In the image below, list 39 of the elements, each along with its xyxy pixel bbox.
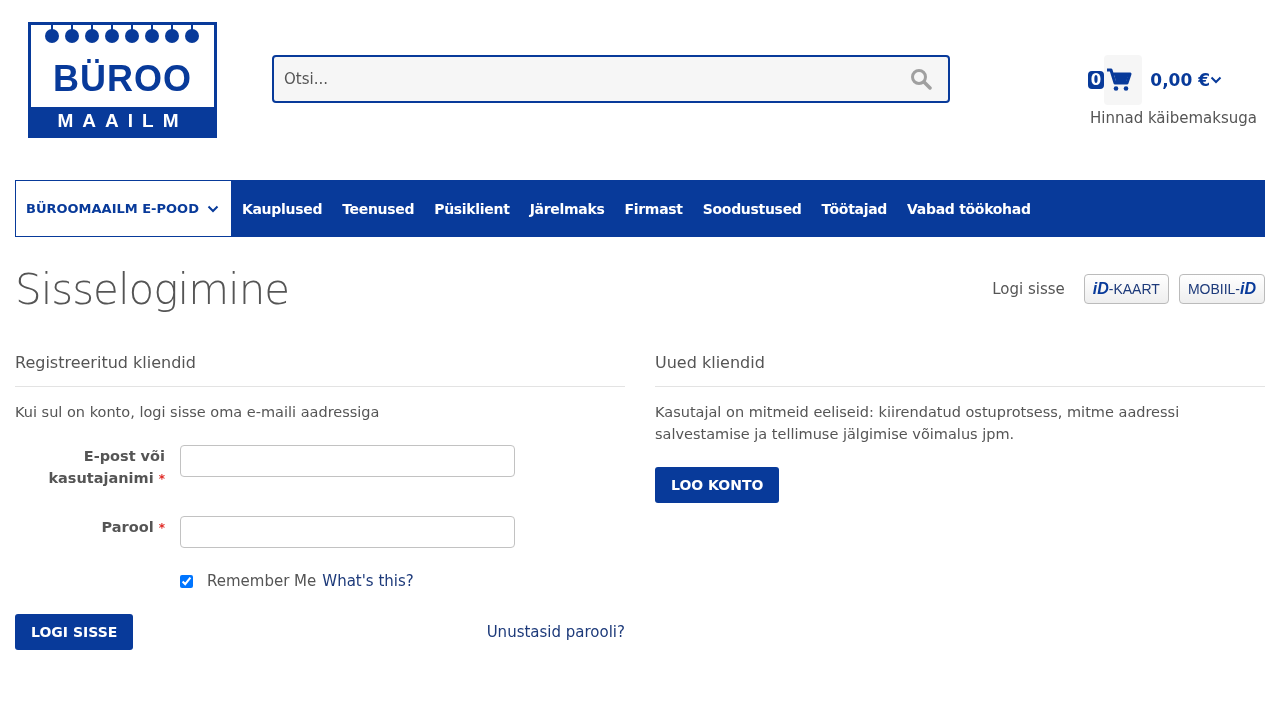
remember-label: Remember Me [207,572,317,590]
vat-note: Hinnad käibemaksuga [1090,109,1257,127]
nav-dropdown[interactable]: BÜROOMAAILM E-POOD [15,180,232,237]
intro-text: Kui sul on konto, logi sisse oma e-maili aadressiga [15,403,381,422]
cart-button[interactable] [1104,55,1143,105]
login-button[interactable]: LOGI SISSE [15,614,134,650]
nav-link[interactable]: Järelmaks [519,180,615,237]
logo[interactable]: BÜROO MAAILM [28,22,217,138]
section-heading: Uued kliendid [655,353,1265,387]
cart-icon [1106,68,1133,92]
id-login-button[interactable]: MOBIIL-iD [1178,274,1265,304]
page-title: Sisselogimine [15,264,290,314]
nav-link[interactable]: Püsiklient [424,180,520,237]
benefits-text: Kasutajal on mitmeid eeliseid: kiirendatud ostuprotsess, mitme aadressi salvestamise ja tellimuse jälgimise võimalus jpm. [655,403,1181,444]
nav-link[interactable]: Teenused [332,180,425,237]
logo-text: MAAILM [31,107,214,135]
search-icon [910,68,932,90]
create-account-button[interactable]: LOO KONTO [655,467,780,503]
nav-link[interactable]: Kauplused [231,180,333,237]
nav-link[interactable]: Töötajad [811,180,898,237]
section-heading: Registreeritud kliendid [15,353,625,387]
id-login-label: Logi sisse [992,280,1065,298]
chevron-down-icon [1210,76,1222,84]
nav-link[interactable]: Vabad töökohad [897,180,1041,237]
input-field[interactable] [180,445,515,477]
logo-text: BÜROO [53,61,192,97]
cart-count: 0 [1087,71,1105,89]
input-field[interactable] [180,516,515,548]
nav-link[interactable]: Soodustused [692,180,812,237]
whats-this-link[interactable]: What's this? [322,572,414,590]
field-label: Parool * [100,518,165,537]
cart-total[interactable]: 0,00 € [1150,70,1210,90]
field-label: E-post või kasutajanimi * [47,447,165,488]
nav-link[interactable]: Firmast [614,180,693,237]
id-login-button[interactable]: iD-KAART [1083,274,1169,304]
forgot-password-link[interactable]: Unustasid parooli? [486,623,625,641]
remember-checkbox[interactable] [180,574,193,588]
search-field[interactable]: Otsi... [272,55,950,103]
chevron-down-icon [206,204,219,213]
